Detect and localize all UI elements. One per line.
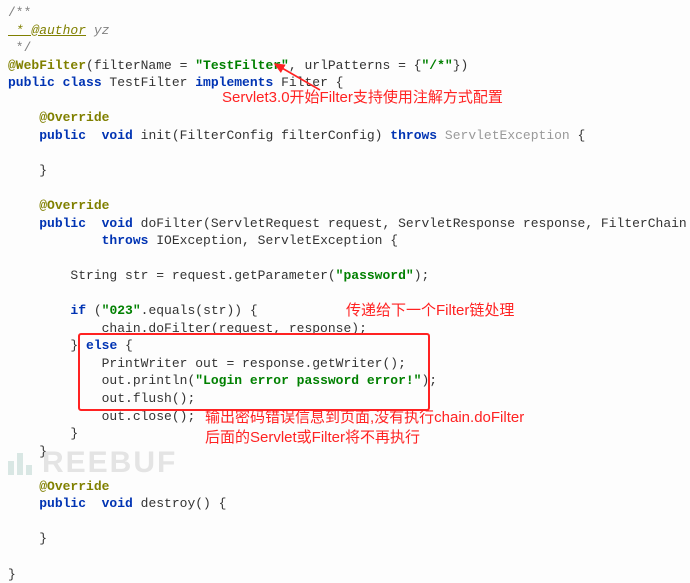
comment-open: /**	[8, 5, 31, 20]
comment-author-tag: * @author yz	[8, 23, 109, 38]
annotation-override: @Override	[39, 198, 109, 213]
comment-close: */	[8, 40, 31, 55]
method-dofilter: doFilter(ServletRequest request, Servlet…	[133, 216, 690, 231]
method-init: init(FilterConfig filterConfig)	[133, 128, 390, 143]
method-destroy: destroy() {	[133, 496, 227, 511]
highlight-box-else-body	[78, 333, 430, 411]
annotation-note-1: Servlet3.0开始Filter支持使用注解方式配置	[222, 88, 503, 108]
annotation-override: @Override	[39, 110, 109, 125]
annotation-note-3: 输出密码错误信息到页面,没有执行chain.doFilter 后面的Servle…	[205, 408, 524, 449]
watermark-logo: REEBUF	[8, 443, 177, 484]
annotation-webfilter: @WebFilter	[8, 58, 86, 73]
watermark-bars-icon	[8, 451, 38, 475]
annotation-note-2: 传递给下一个Filter链处理	[346, 301, 514, 321]
watermark-text: REEBUF	[42, 443, 177, 484]
